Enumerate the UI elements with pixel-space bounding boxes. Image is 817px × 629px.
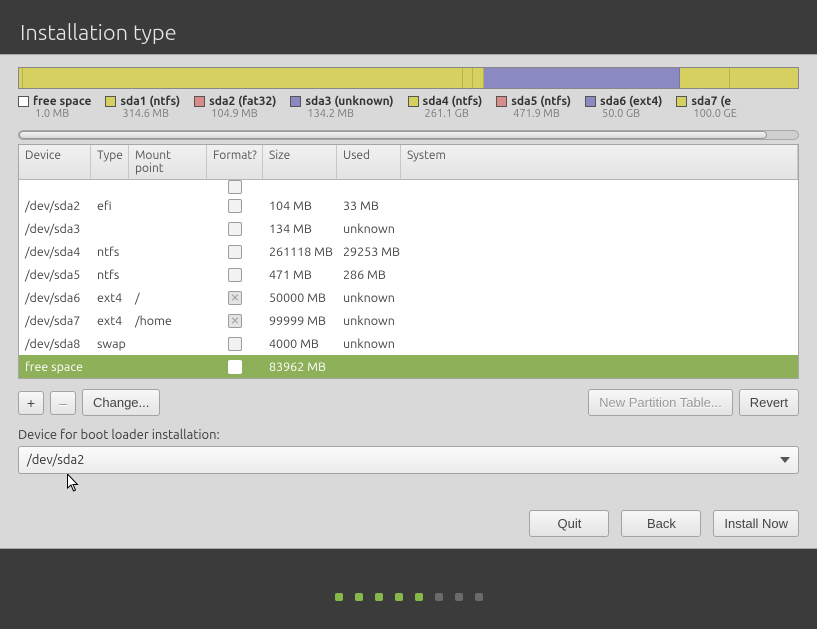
table-row[interactable]: /dev/sda8swap4000 MBunknown xyxy=(19,332,798,355)
format-checkbox[interactable] xyxy=(228,337,242,351)
color-swatch xyxy=(105,96,116,107)
add-partition-button[interactable]: + xyxy=(18,391,44,415)
legend-item[interactable]: sda3 (unknown)134.2 MB xyxy=(290,95,393,120)
table-row[interactable]: /dev/sda5ntfs471 MB286 MB xyxy=(19,263,798,286)
table-row[interactable]: /dev/sda7ext4/home99999 MBunknown xyxy=(19,309,798,332)
th-system[interactable]: System xyxy=(401,145,798,179)
th-mount[interactable]: Mount point xyxy=(129,145,207,179)
format-checkbox[interactable] xyxy=(228,245,242,259)
chevron-down-icon xyxy=(780,457,790,463)
legend-size: 50.0 GB xyxy=(602,108,662,120)
legend-name: free space xyxy=(33,95,91,108)
color-swatch xyxy=(676,96,687,107)
legend-size: 1.0 MB xyxy=(35,108,91,120)
disk-segment[interactable] xyxy=(484,68,680,88)
progress-dot xyxy=(415,593,423,601)
change-partition-button[interactable]: Change... xyxy=(82,389,160,416)
format-checkbox xyxy=(228,291,242,305)
legend-size: 134.2 MB xyxy=(307,108,393,120)
progress-dot xyxy=(375,593,383,601)
th-used[interactable]: Used xyxy=(337,145,401,179)
format-checkbox[interactable] xyxy=(228,360,242,374)
table-row[interactable]: /dev/sda3134 MBunknown xyxy=(19,217,798,240)
th-device[interactable]: Device xyxy=(19,145,91,179)
color-swatch xyxy=(194,96,205,107)
color-swatch xyxy=(585,96,596,107)
legend-item[interactable]: free space1.0 MB xyxy=(18,95,91,120)
table-header: Device Type Mount point Format? Size Use… xyxy=(19,145,798,180)
th-format[interactable]: Format? xyxy=(207,145,263,179)
new-partition-table-button[interactable]: New Partition Table... xyxy=(588,389,733,416)
legend-item[interactable]: sda7 (e100.0 GE xyxy=(676,95,737,120)
remove-partition-button[interactable]: – xyxy=(50,391,76,415)
legend-item[interactable]: sda6 (ext4)50.0 GB xyxy=(585,95,662,120)
partition-table[interactable]: Device Type Mount point Format? Size Use… xyxy=(18,144,799,379)
legend-name: sda5 (ntfs) xyxy=(511,95,571,108)
legend-name: sda1 (ntfs) xyxy=(120,95,180,108)
legend-scrollbar[interactable] xyxy=(18,130,799,140)
progress-dot xyxy=(395,593,403,601)
color-swatch xyxy=(290,96,301,107)
format-checkbox xyxy=(228,314,242,328)
legend-size: 471.9 MB xyxy=(513,108,571,120)
revert-button[interactable]: Revert xyxy=(739,389,799,416)
bootloader-device-value: /dev/sda2 xyxy=(27,453,85,467)
back-button[interactable]: Back xyxy=(621,510,701,537)
disk-segment[interactable] xyxy=(680,68,730,88)
quit-button[interactable]: Quit xyxy=(529,510,609,537)
disk-segment[interactable] xyxy=(23,68,463,88)
legend-item[interactable]: sda5 (ntfs)471.9 MB xyxy=(496,95,571,120)
progress-dot xyxy=(455,593,463,601)
bootloader-device-select[interactable]: /dev/sda2 xyxy=(18,446,799,474)
progress-dot xyxy=(435,593,443,601)
legend-item[interactable]: sda2 (fat32)104.9 MB xyxy=(194,95,276,120)
legend-size: 104.9 MB xyxy=(211,108,276,120)
color-swatch xyxy=(496,96,507,107)
mouse-cursor-icon xyxy=(66,474,81,492)
legend-size: 261.1 GB xyxy=(425,108,483,120)
disk-usage-bar xyxy=(18,67,799,89)
progress-dot xyxy=(475,593,483,601)
th-type[interactable]: Type xyxy=(91,145,129,179)
table-row[interactable]: free space83962 MB xyxy=(19,355,798,378)
table-row[interactable]: /dev/sda2efi104 MB33 MB xyxy=(19,194,798,217)
disk-segment[interactable] xyxy=(463,68,474,88)
page-title: Installation type xyxy=(20,20,817,45)
legend-name: sda7 (e xyxy=(691,95,731,108)
progress-dots xyxy=(335,593,483,601)
disk-segment[interactable] xyxy=(473,68,484,88)
format-checkbox[interactable] xyxy=(228,268,242,282)
legend-name: sda4 (ntfs) xyxy=(423,95,483,108)
table-row[interactable]: /dev/sda4ntfs261118 MB29253 MB xyxy=(19,240,798,263)
partition-panel: free space1.0 MB sda1 (ntfs)314.6 MB sda2 … xyxy=(0,54,817,549)
table-row[interactable]: /dev/sda6ext4/50000 MBunknown xyxy=(19,286,798,309)
progress-dot xyxy=(355,593,363,601)
progress-dot xyxy=(335,593,343,601)
bootloader-label: Device for boot loader installation: xyxy=(0,416,817,446)
color-swatch xyxy=(18,96,29,107)
legend-name: sda6 (ext4) xyxy=(600,95,662,108)
color-swatch xyxy=(408,96,419,107)
install-now-button[interactable]: Install Now xyxy=(713,510,799,537)
th-size[interactable]: Size xyxy=(263,145,337,179)
format-checkbox[interactable] xyxy=(228,222,242,236)
legend-item[interactable]: sda1 (ntfs)314.6 MB xyxy=(105,95,180,120)
partition-legend: free space1.0 MB sda1 (ntfs)314.6 MB sda2 … xyxy=(18,95,799,120)
legend-size: 100.0 GE xyxy=(693,108,737,120)
table-row[interactable] xyxy=(19,180,798,194)
legend-item[interactable]: sda4 (ntfs)261.1 GB xyxy=(408,95,483,120)
disk-segment[interactable] xyxy=(730,68,798,88)
legend-name: sda3 (unknown) xyxy=(305,95,393,108)
legend-size: 314.6 MB xyxy=(122,108,180,120)
legend-name: sda2 (fat32) xyxy=(209,95,276,108)
scrollbar-thumb[interactable] xyxy=(19,131,767,139)
format-checkbox[interactable] xyxy=(228,199,242,213)
